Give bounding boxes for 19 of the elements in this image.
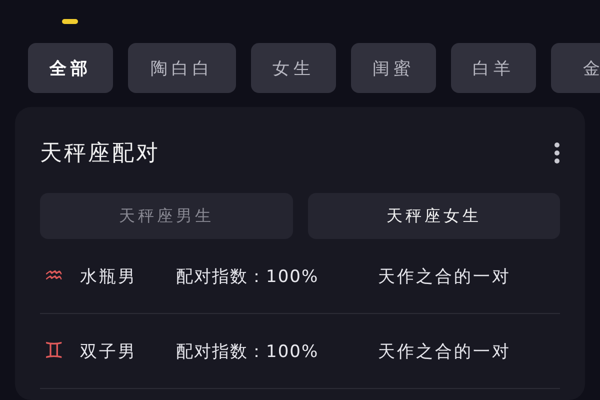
category-tab[interactable]: 女生 (251, 43, 336, 93)
zodiac-sign: ♒ (44, 264, 65, 288)
category-tab[interactable]: 陶白白 (128, 43, 236, 93)
sign-name: 双子男 (80, 340, 138, 362)
zodiac-sign: ♊ (44, 338, 65, 364)
match-verdict: 天作之合的一对 (378, 266, 511, 288)
sign-name: 水瓶男 (80, 266, 138, 288)
gender-toggle[interactable]: 天秤座男生 (40, 193, 292, 239)
tab-indicator (62, 19, 78, 24)
match-verdict: 天作之合的一对 (378, 340, 511, 362)
category-tab[interactable]: 白羊 (451, 43, 536, 93)
category-tab[interactable]: 闺蜜 (351, 43, 436, 93)
match-score: 配对指数：100% (176, 266, 320, 288)
match-score: 配对指数：100% (176, 340, 320, 362)
category-tab[interactable]: 全部 (28, 43, 113, 93)
more-icon[interactable] (554, 142, 560, 164)
card-title: 天秤座配对 (40, 140, 160, 168)
gender-toggle[interactable]: 天秤座女生 (308, 193, 560, 239)
category-tab[interactable]: 金 (551, 43, 600, 93)
